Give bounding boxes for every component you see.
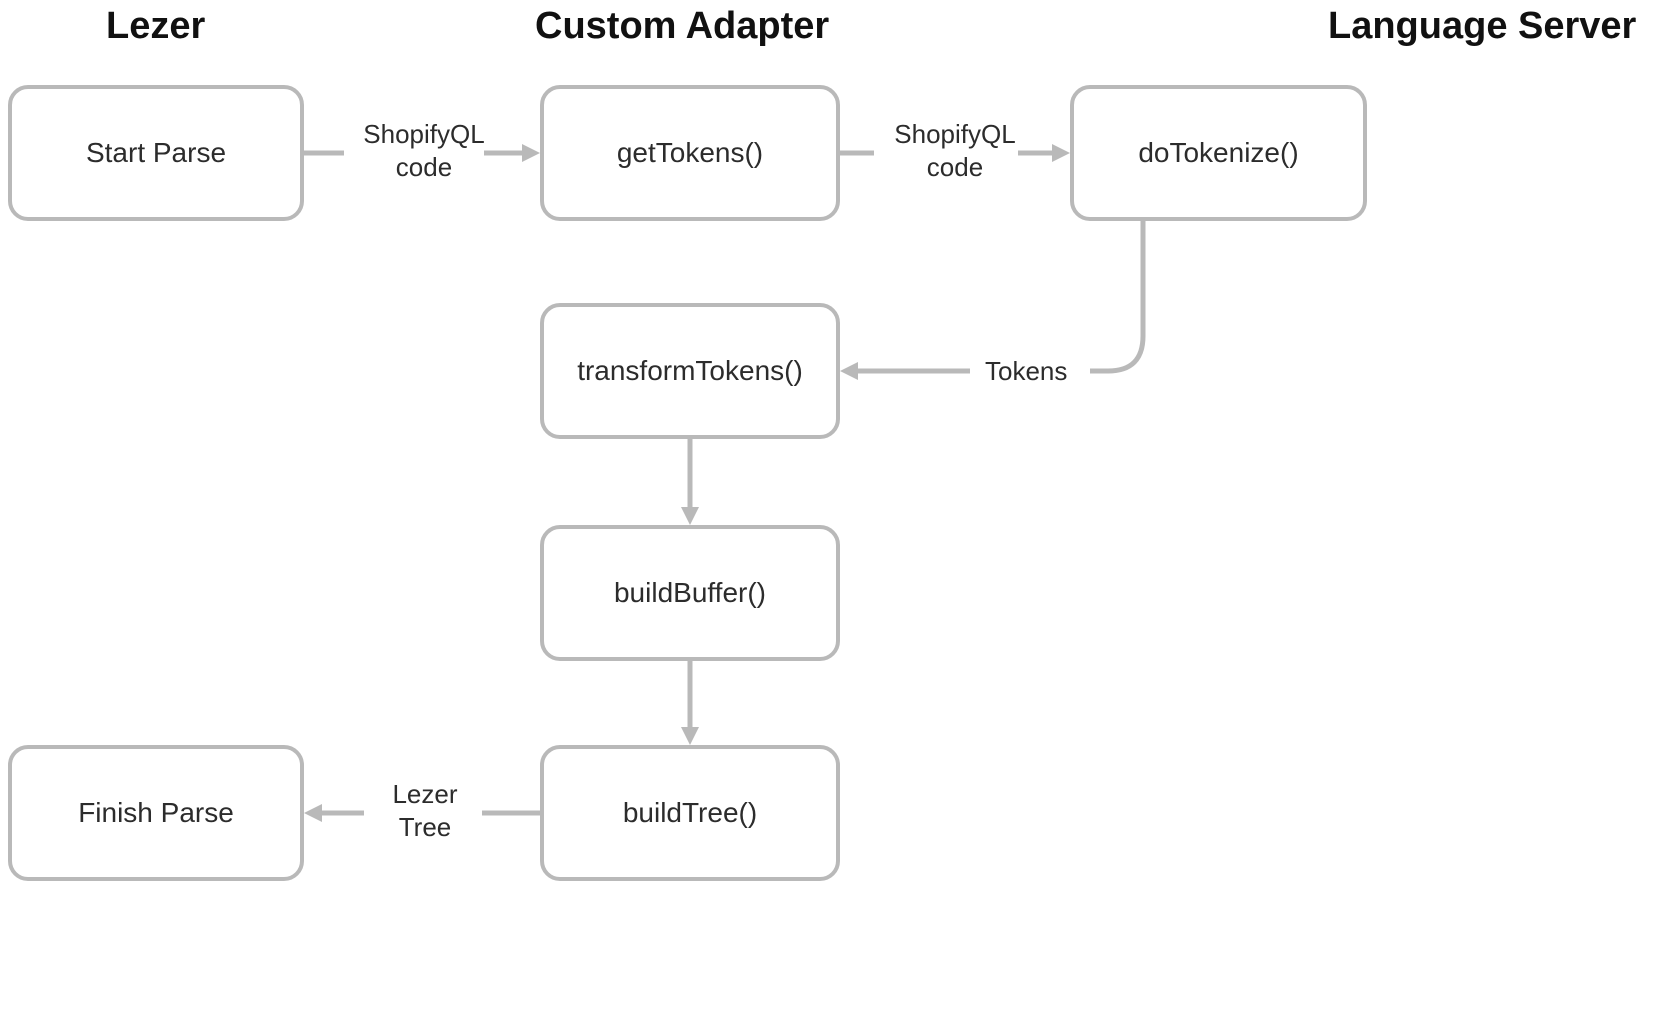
arrow-buildtree-to-finish bbox=[304, 798, 540, 834]
node-do-tokenize: doTokenize() bbox=[1070, 85, 1367, 221]
node-transform-tokens: transformTokens() bbox=[540, 303, 840, 439]
arrow-buildbuffer-to-buildtree bbox=[675, 661, 705, 745]
node-build-tree: buildTree() bbox=[540, 745, 840, 881]
column-header-server: Language Server bbox=[1328, 5, 1636, 48]
node-finish-parse: Finish Parse bbox=[8, 745, 304, 881]
arrow-transform-to-buildbuffer bbox=[675, 439, 705, 525]
node-build-buffer: buildBuffer() bbox=[540, 525, 840, 661]
column-header-adapter: Custom Adapter bbox=[535, 5, 829, 48]
column-header-lezer: Lezer bbox=[106, 5, 205, 48]
node-start-parse: Start Parse bbox=[8, 85, 304, 221]
arrow-start-to-gettokens bbox=[304, 138, 540, 174]
arrow-gettokens-to-dotokenize bbox=[840, 138, 1070, 174]
arrow-dotokenize-to-transform bbox=[840, 221, 1170, 391]
node-get-tokens: getTokens() bbox=[540, 85, 840, 221]
